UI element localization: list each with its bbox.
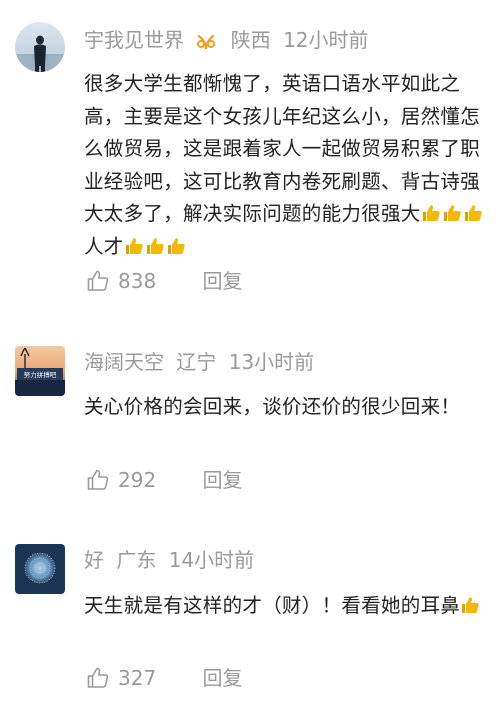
timestamp: 13小时前: [228, 350, 315, 374]
avatar[interactable]: 努力拼搏吧: [15, 346, 65, 396]
comment-text: 天生就是有这样的才（财）！看看她的耳鼻: [84, 590, 484, 623]
thumbs-up-outline-icon: [87, 469, 109, 490]
avatar-text: 努力拼搏吧: [24, 370, 57, 379]
comment-actions: 292 回复: [86, 465, 243, 495]
thumbs-up-emoji-icon: [464, 205, 482, 221]
thumbs-up-emoji-icon: [125, 237, 143, 254]
username[interactable]: 海阔天空: [84, 350, 164, 374]
location: 广东: [116, 548, 157, 572]
thumbs-up-emoji-icon: [167, 237, 185, 254]
avatar[interactable]: [15, 544, 65, 594]
reply-button[interactable]: 回复: [203, 465, 243, 495]
like-count: 838: [118, 269, 157, 293]
like-count: 292: [118, 468, 157, 492]
comment-actions: 327 回复: [86, 663, 243, 693]
username[interactable]: 好: [84, 548, 104, 572]
like-count: 327: [118, 666, 157, 690]
thumbs-up-emoji-group: [124, 235, 187, 258]
comment-meta: 宇我见世界 陕西 12小时前: [84, 26, 375, 54]
thumbs-up-emoji-icon: [146, 237, 164, 254]
location: 陕西: [230, 28, 271, 52]
timestamp: 14小时前: [168, 548, 255, 572]
thumbs-up-emoji-icon: [462, 597, 479, 613]
timestamp: 12小时前: [283, 28, 369, 52]
comment-text: 很多大学生都惭愧了，英语口语水平如此之高，主要是这个女孩儿年纪这么小，居然懂怎么…: [84, 68, 484, 263]
like-button[interactable]: 327: [86, 666, 203, 690]
vip-badge-icon: [197, 34, 216, 49]
comment-body-mid: 人才: [84, 234, 124, 258]
thumbs-up-outline-icon: [87, 667, 109, 688]
avatar[interactable]: [15, 22, 65, 72]
comment-meta: 海阔天空 辽宁 13小时前: [84, 348, 320, 376]
thumbs-up-emoji-group: [421, 202, 484, 225]
comment-body: 天生就是有这样的才（财）！看看她的耳鼻: [84, 594, 461, 617]
reply-button[interactable]: 回复: [203, 663, 243, 693]
username[interactable]: 宇我见世界: [84, 28, 184, 52]
comment-body: 关心价格的会回来，谈价还价的很少回来！: [84, 395, 461, 418]
comment-actions: 838 回复: [86, 266, 243, 296]
thumbs-up-emoji-icon: [422, 205, 440, 221]
reply-button[interactable]: 回复: [203, 266, 243, 296]
location: 辽宁: [176, 350, 217, 374]
thumbs-up-outline-icon: [87, 270, 109, 291]
comment-text: 关心价格的会回来，谈价还价的很少回来！: [84, 391, 484, 424]
like-button[interactable]: 292: [86, 468, 203, 492]
comment-meta: 好 广东 14小时前: [84, 546, 260, 574]
like-button[interactable]: 838: [86, 269, 203, 293]
thumbs-up-emoji-icon: [443, 205, 461, 221]
